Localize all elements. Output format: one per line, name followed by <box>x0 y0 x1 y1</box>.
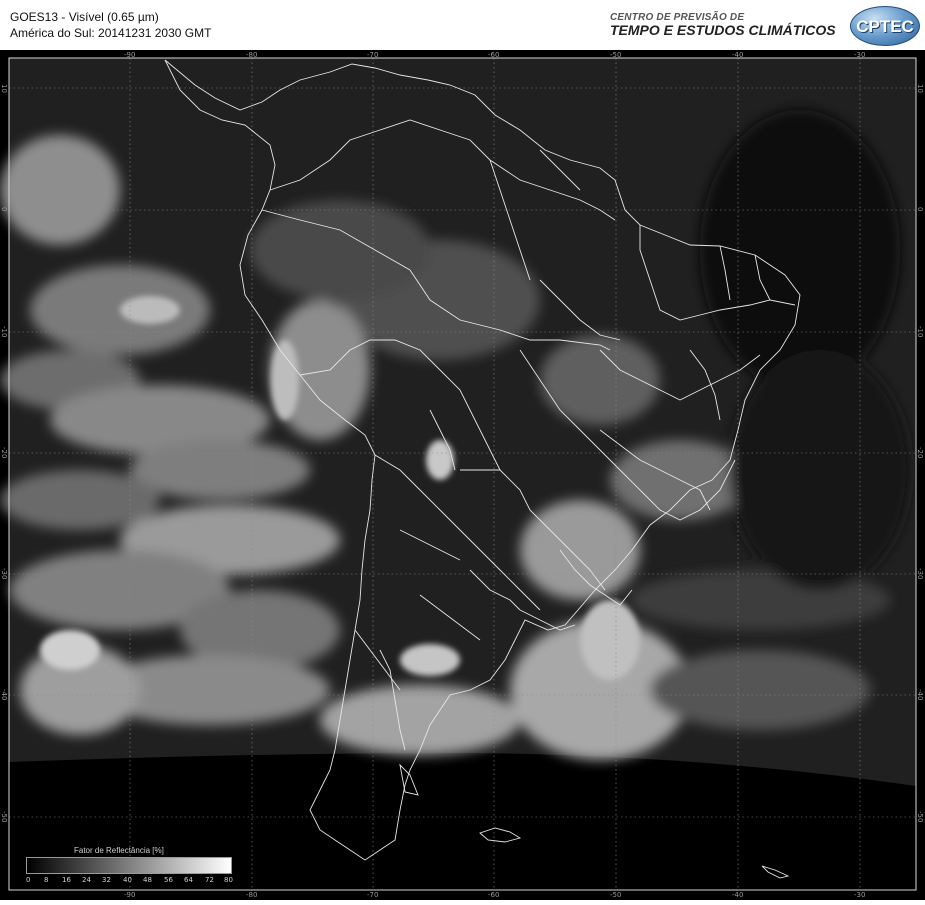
lat-tick-right: -10 <box>916 326 924 338</box>
lon-tick-bottom: -30 <box>854 891 866 899</box>
lon-tick-bottom: -70 <box>367 891 379 899</box>
lon-tick-bottom: -80 <box>246 891 258 899</box>
lon-tick-bottom: -40 <box>732 891 744 899</box>
lon-tick-top: -70 <box>367 51 379 59</box>
legend-label: 32 <box>102 876 111 884</box>
cptec-logo: CPTEC <box>850 6 920 46</box>
lon-tick-top: -80 <box>246 51 258 59</box>
product-title: GOES13 - Visível (0.65 µm) <box>10 10 159 24</box>
lat-tick-left: 10 <box>0 84 8 93</box>
lon-tick-top: -50 <box>610 51 622 59</box>
legend-title: Fator de Reflectância [%] <box>74 846 164 855</box>
lat-tick-left: 0 <box>0 207 8 212</box>
lat-tick-left: -20 <box>0 447 8 459</box>
lon-tick-top: -60 <box>488 51 500 59</box>
lat-tick-right: -30 <box>916 568 924 580</box>
lon-tick-bottom: -50 <box>610 891 622 899</box>
legend-label: 0 <box>26 876 31 884</box>
lat-tick-right: -20 <box>916 447 924 459</box>
lat-tick-right: 10 <box>916 84 924 93</box>
legend-colorbar <box>26 857 232 874</box>
legend-label: 56 <box>164 876 173 884</box>
satellite-map: -90 -80 -70 -60 -50 -40 -30 -90 -80 -70 … <box>0 50 925 900</box>
lat-tick-right: -50 <box>916 811 924 823</box>
lon-tick-top: -40 <box>732 51 744 59</box>
legend-label: 64 <box>184 876 193 884</box>
lat-tick-right: -40 <box>916 689 924 701</box>
lon-tick-top: -30 <box>854 51 866 59</box>
legend-label: 72 <box>205 876 214 884</box>
lat-tick-left: -40 <box>0 689 8 701</box>
legend-label: 40 <box>123 876 132 884</box>
lon-tick-bottom: -60 <box>488 891 500 899</box>
satellite-image <box>0 50 925 900</box>
legend-label: 48 <box>143 876 152 884</box>
legend-label: 8 <box>44 876 49 884</box>
reflectance-legend: Fator de Reflectância [%] 0 8 16 24 32 4… <box>24 846 234 890</box>
lat-tick-left: -10 <box>0 326 8 338</box>
lat-tick-right: 0 <box>916 207 924 212</box>
legend-label: 24 <box>82 876 91 884</box>
lat-tick-left: -50 <box>0 811 8 823</box>
lon-tick-top: -90 <box>124 51 136 59</box>
header: GOES13 - Visível (0.65 µm) América do Su… <box>0 0 925 50</box>
cptec-logo-text: CPTEC <box>856 17 914 36</box>
lat-tick-left: -30 <box>0 568 8 580</box>
legend-label: 80 <box>224 876 233 884</box>
org-name-big: TEMPO E ESTUDOS CLIMÁTICOS <box>610 22 836 38</box>
legend-label: 16 <box>62 876 71 884</box>
lon-tick-bottom: -90 <box>124 891 136 899</box>
region-timestamp: América do Sul: 20141231 2030 GMT <box>10 26 212 40</box>
